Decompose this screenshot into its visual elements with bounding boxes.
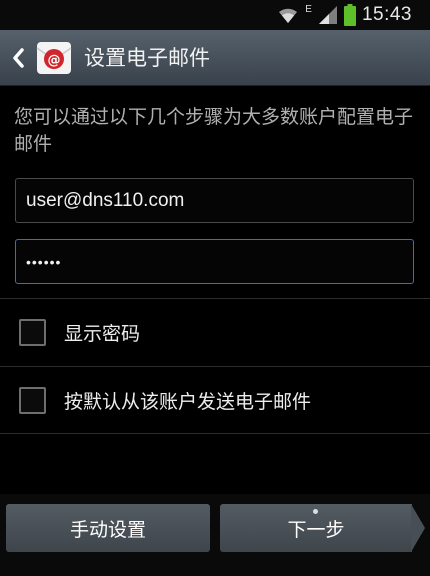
email-field[interactable]: user@dns110.com [15,178,414,223]
default-account-row[interactable]: 按默认从该账户发送电子邮件 [0,367,430,433]
clock: 15:43 [361,4,412,25]
default-account-checkbox[interactable] [19,386,46,414]
title-bar: @ 设置电子邮件 [0,30,430,86]
page-title: 设置电子邮件 [84,46,210,70]
show-password-label: 显示密码 [64,322,141,345]
manual-setup-button[interactable]: 手动设置 [6,504,210,552]
show-password-row[interactable]: 显示密码 [0,299,430,365]
next-arrow-icon [411,504,425,552]
back-button[interactable] [6,42,30,74]
button-bar: 手动设置 下一步 [0,494,430,576]
chevron-left-icon [13,48,24,68]
setup-description: 您可以通过以下几个步骤为大多数账户配置电子邮件 [14,106,414,155]
wifi-icon [279,8,298,23]
status-bar: E 15:43 [0,0,430,30]
email-app-icon: @ [36,42,72,74]
password-field[interactable]: •••••• [15,239,414,284]
signal-icon [318,6,337,24]
default-account-label: 按默认从该账户发送电子邮件 [64,390,312,413]
divider [0,433,430,434]
svg-text:@: @ [48,53,61,68]
show-password-checkbox[interactable] [19,318,46,346]
cursor-dot [313,509,318,514]
network-type: E [305,3,312,15]
battery-icon [343,4,356,26]
